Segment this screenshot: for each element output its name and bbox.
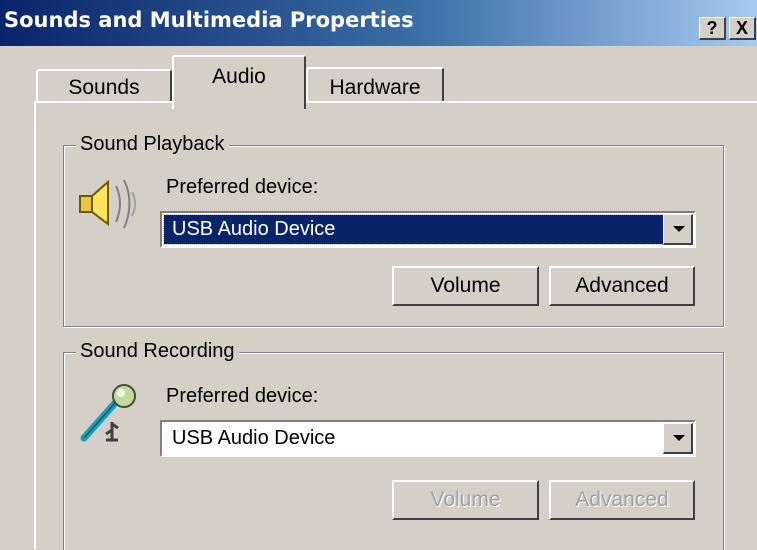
chevron-down-icon[interactable] xyxy=(663,214,693,245)
recording-volume-button[interactable]: Volume xyxy=(392,480,539,520)
sound-recording-label: Sound Recording xyxy=(76,340,239,363)
microphone-icon xyxy=(80,384,136,442)
speaker-icon xyxy=(79,179,136,229)
tab-sounds[interactable]: Sounds xyxy=(36,69,172,103)
close-button[interactable]: X xyxy=(729,17,756,40)
recording-device-dropdown[interactable]: USB Audio Device xyxy=(160,420,696,457)
playback-preferred-device-label: Preferred device: xyxy=(166,176,319,198)
playback-device-dropdown[interactable]: USB Audio Device xyxy=(160,211,696,248)
playback-volume-button[interactable]: Volume xyxy=(392,266,539,306)
title-bar[interactable]: Sounds and Multimedia Properties ? X xyxy=(0,0,757,46)
help-button[interactable]: ? xyxy=(699,17,726,40)
tab-hardware[interactable]: Hardware xyxy=(306,67,444,103)
chevron-down-icon[interactable] xyxy=(663,423,693,454)
playback-device-value: USB Audio Device xyxy=(163,214,671,245)
recording-device-value: USB Audio Device xyxy=(172,427,336,449)
tab-audio[interactable]: Audio xyxy=(172,55,306,109)
recording-advanced-button[interactable]: Advanced xyxy=(549,480,695,520)
sound-playback-label: Sound Playback xyxy=(76,133,229,156)
window-title: Sounds and Multimedia Properties xyxy=(4,8,414,32)
recording-preferred-device-label: Preferred device: xyxy=(166,385,319,407)
playback-advanced-button[interactable]: Advanced xyxy=(549,266,695,306)
